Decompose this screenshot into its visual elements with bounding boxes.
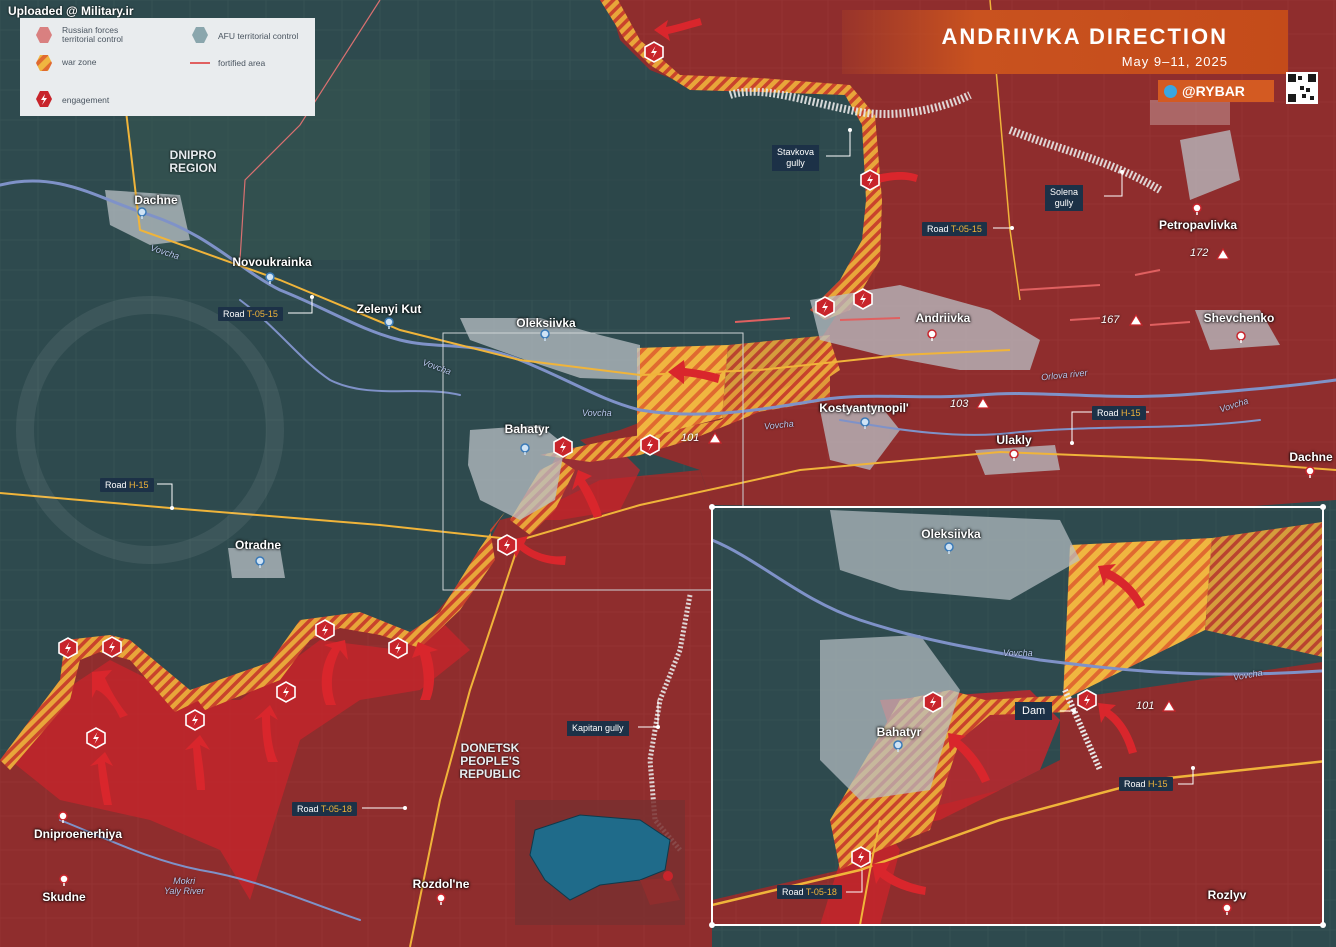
callout-kapitan-gully: Kapitan gully	[567, 721, 629, 736]
town-otradne: Otradne	[234, 538, 282, 552]
road-label-h15-east: Road H-15	[1092, 406, 1146, 420]
river-vovcha-3: Vovcha	[582, 408, 612, 418]
town-dachne-west: Dachne	[134, 193, 178, 207]
town-zelenyi-kut: Zelenyi Kut	[356, 302, 422, 316]
map-canvas[interactable]	[0, 0, 1336, 947]
inset-town-oleksiivka: Oleksiivka	[921, 527, 981, 541]
height-103: 103	[950, 398, 969, 410]
telegram-icon	[1164, 85, 1177, 98]
callout-solena-gully: Solena gully	[1045, 185, 1084, 211]
brand-label: @RYBAR	[1182, 83, 1245, 99]
map-date: May 9–11, 2025	[1121, 54, 1228, 69]
town-ulakly: Ulakly	[996, 433, 1032, 447]
uploaded-watermark: Uploaded @ Military.ir	[8, 4, 134, 18]
callout-stavkova-gully: Stavkova gully	[772, 145, 820, 171]
town-novoukrainka: Novoukrainka	[232, 255, 312, 269]
river-mokri-yaly: Mokri Yaly River	[164, 876, 205, 896]
callout-dam: Dam	[1015, 702, 1053, 720]
town-andriivka: Andriivka	[915, 311, 971, 325]
legend-fortified: fortified area	[218, 58, 266, 68]
town-dniproenerhiya: Dniproenerhiya	[33, 827, 123, 841]
road-label-t0515-east: Road T-05-15	[922, 222, 987, 236]
region-donetsk: DONETSK PEOPLE'S REPUBLIC	[459, 741, 521, 781]
legend-engagement: engagement	[62, 95, 110, 105]
height-172: 172	[1190, 247, 1209, 259]
town-kostyantynopil: Kostyantynopil'	[819, 401, 909, 415]
height-167: 167	[1101, 314, 1120, 326]
afu-control-swatch	[192, 27, 208, 43]
road-label-t0518: Road T-05-18	[292, 802, 357, 816]
title-banner: ANDRIIVKA DIRECTION May 9–11, 2025	[842, 10, 1288, 74]
inset-road-label-t0518: Road T-05-18	[777, 885, 842, 899]
town-oleksiivka: Oleksiivka	[516, 316, 576, 330]
town-rozdolne: Rozdol'ne	[412, 877, 470, 891]
road-label-t0515-west: Road T-05-15	[218, 307, 283, 321]
inset-river-vovcha: Vovcha	[1003, 648, 1033, 658]
legend-russian: Russian forces territorial control	[62, 25, 123, 44]
inset-road-label-h15: Road H-15	[1119, 777, 1173, 791]
brand-tag[interactable]: @RYBAR	[1158, 80, 1274, 102]
map-title: ANDRIIVKA DIRECTION	[941, 24, 1228, 49]
inset-height-101: 101	[1136, 700, 1155, 712]
town-dachne-east: Dachne	[1289, 450, 1333, 464]
legend-war-zone: war zone	[62, 57, 97, 67]
map-legend: Russian forces territorial control AFU t…	[20, 18, 315, 116]
road-label-h15-west: Road H-15	[100, 478, 154, 492]
fortified-swatch	[190, 62, 210, 64]
qr-code-icon[interactable]	[1286, 72, 1318, 104]
region-dnipro: DNIPRO REGION	[169, 148, 217, 175]
town-petropavlivka: Petropavlivka	[1158, 218, 1238, 232]
height-101: 101	[681, 432, 700, 444]
inset-town-rozlyv: Rozlyv	[1207, 888, 1247, 902]
legend-afu: AFU territorial control	[218, 31, 299, 41]
russian-control-swatch	[36, 27, 52, 43]
engagement-swatch	[36, 91, 52, 107]
town-bahatyr: Bahatyr	[504, 422, 550, 436]
war-zone-swatch	[36, 55, 52, 71]
inset-town-bahatyr: Bahatyr	[876, 725, 922, 739]
town-skudne: Skudne	[42, 890, 86, 904]
town-shevchenko: Shevchenko	[1203, 311, 1275, 325]
